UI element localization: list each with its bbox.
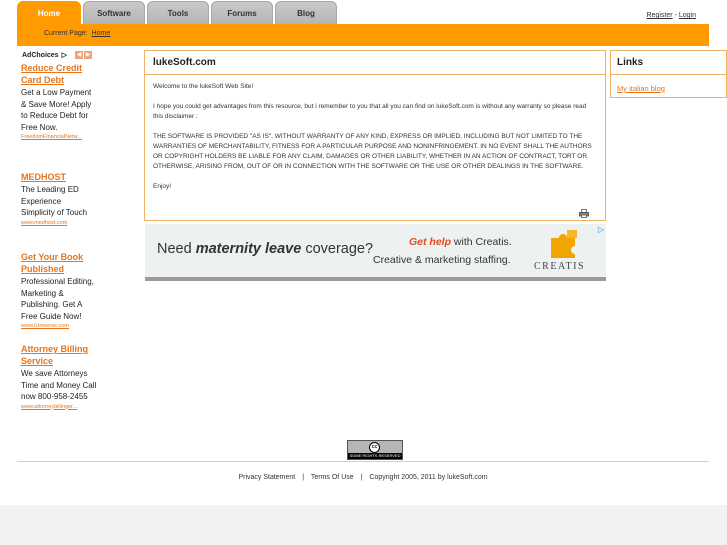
tab-label: Home <box>37 8 61 18</box>
login-link[interactable]: Login <box>679 12 696 19</box>
ad-info-icon[interactable]: ▷ <box>598 225 604 234</box>
puzzle-logo-icon <box>551 230 577 258</box>
breadcrumb-bar <box>17 24 709 46</box>
tab-label: Blog <box>297 8 315 18</box>
ad-item: MEDHOST The Leading ED Experience Simpli… <box>21 171 97 226</box>
ad-title-link[interactable]: Get Your Book Published <box>21 251 97 275</box>
printer-icon[interactable] <box>579 209 589 218</box>
banner-gethelp: Get help with Creatis. <box>409 236 512 248</box>
main-body: Welcome to the lukeSoft Web Site! I hope… <box>145 75 605 192</box>
ad-url-link[interactable]: www.attorneybillinger... <box>21 404 97 410</box>
ad-item: Get Your Book Published Professional Edi… <box>21 251 97 329</box>
adchoices-triangle-icon: ▷ <box>61 52 67 59</box>
tab-label: Forums <box>227 8 257 18</box>
cc-text: SOME RIGHTS RESERVED <box>348 453 402 459</box>
breadcrumb-label: Current Page: <box>44 30 88 37</box>
adchoices-label[interactable]: AdChoices ▷ <box>22 51 67 60</box>
breadcrumb: Current Page: Home <box>44 30 110 37</box>
footer-separator: | <box>302 474 305 481</box>
tab-label: Software <box>97 8 131 18</box>
privacy-statement-link[interactable]: Privacy Statement <box>238 474 295 481</box>
links-box: Links My italian blog <box>610 50 727 98</box>
link-separator: - <box>674 12 677 19</box>
tab-blog[interactable]: Blog <box>275 1 337 24</box>
ad-url-link[interactable]: www.iUniverse.com <box>21 323 97 329</box>
links-title: Links <box>611 51 726 75</box>
tab-tools[interactable]: Tools <box>147 1 209 24</box>
italian-blog-link[interactable]: My italian blog <box>611 75 726 93</box>
banner-subline: Creative & marketing staffing. <box>373 254 511 266</box>
tab-label: Tools <box>167 8 189 18</box>
register-link[interactable]: Register <box>647 12 673 19</box>
banner-ad[interactable]: Need maternity leave coverage? Get help … <box>145 224 606 281</box>
ad-item: Reduce Credit Card Debt Get a Low Paymen… <box>21 62 97 140</box>
ad-text: We save Attorneys Time and Money Call no… <box>21 369 97 401</box>
banner-gethelp-bold: Get help <box>409 236 452 248</box>
ad-nav: ◀ ▶ <box>75 51 92 59</box>
banner-headline: Need maternity leave coverage? <box>157 241 373 257</box>
breadcrumb-home-link[interactable]: Home <box>92 30 111 37</box>
welcome-text: Welcome to the lukeSoft Web Site! <box>153 83 254 90</box>
cc-icon: cc <box>369 442 380 453</box>
banner-gethelp-rest: with Creatis. <box>451 236 512 248</box>
footer-separator: | <box>360 474 363 481</box>
main-content-box: lukeSoft.com Welcome to the lukeSoft Web… <box>144 50 606 221</box>
ad-text: The Leading ED Experience Simplicity of … <box>21 185 88 217</box>
tab-forums[interactable]: Forums <box>211 1 273 24</box>
ad-next-icon[interactable]: ▶ <box>84 51 92 59</box>
creative-commons-badge[interactable]: cc SOME RIGHTS RESERVED <box>347 440 403 460</box>
terms-of-use-link[interactable]: Terms Of Use <box>311 474 354 481</box>
banner-brand: CREATIS <box>534 261 586 272</box>
banner-headline-prefix: Need <box>157 241 196 257</box>
ad-title-link[interactable]: Reduce Credit Card Debt <box>21 62 97 86</box>
enjoy-text: Enjoy! <box>153 183 172 190</box>
account-links: Register - Login <box>647 12 696 19</box>
ad-text: Professional Editing, Marketing & Publis… <box>21 277 94 321</box>
ad-prev-icon[interactable]: ◀ <box>75 51 83 59</box>
adchoices-text: AdChoices <box>22 51 59 59</box>
ad-item: Attorney Billing Service We save Attorne… <box>21 343 97 410</box>
banner-headline-suffix: coverage? <box>301 241 374 257</box>
footer: Privacy Statement | Terms Of Use | Copyr… <box>17 474 709 481</box>
tab-home[interactable]: Home <box>17 1 81 24</box>
ad-title-link[interactable]: MEDHOST <box>21 171 97 183</box>
copyright-text: Copyright 2005, 2011 by lukeSoft.com <box>369 474 488 481</box>
intro-text: I hope you could get advantages from thi… <box>153 103 587 120</box>
ad-url-link[interactable]: FreedomFinancialNetw... <box>21 134 97 140</box>
banner-headline-bold: maternity leave <box>195 241 302 257</box>
ad-url-link[interactable]: www.medhost.com <box>21 220 97 226</box>
page-bottom-area <box>0 505 727 545</box>
ad-title-link[interactable]: Attorney Billing Service <box>21 343 97 367</box>
ad-text: Get a Low Payment & Save More! Apply to … <box>21 88 92 132</box>
tab-software[interactable]: Software <box>83 1 145 24</box>
footer-divider <box>17 461 709 462</box>
disclaimer-text: THE SOFTWARE IS PROVIDED "AS IS", WITHOU… <box>153 133 592 170</box>
page-title: lukeSoft.com <box>145 51 605 75</box>
